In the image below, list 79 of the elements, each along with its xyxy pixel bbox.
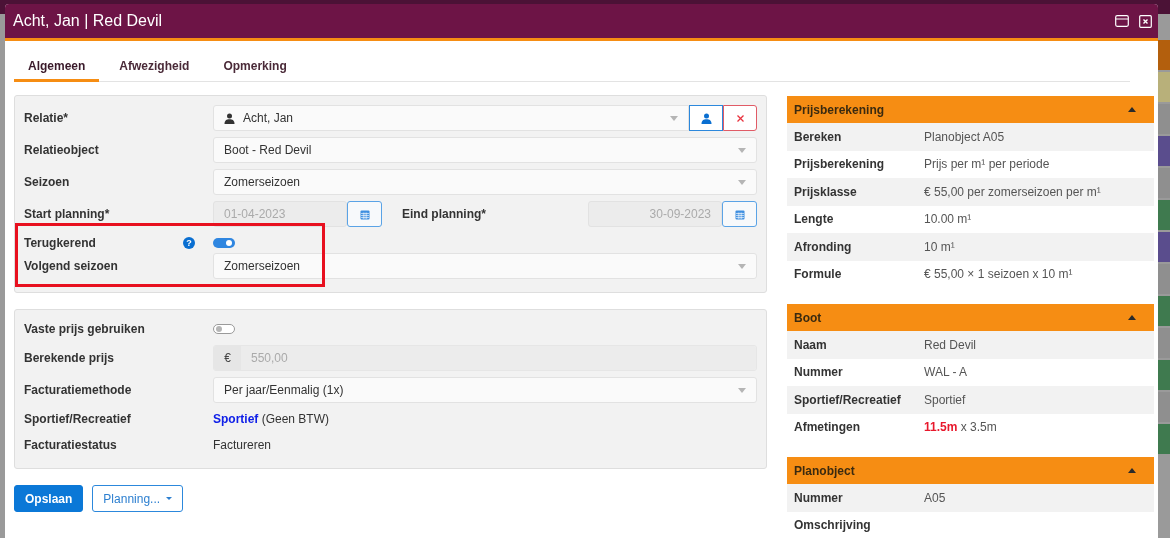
- field-label: Eind planning*: [402, 207, 487, 221]
- field-label: Terugkerend: [24, 236, 96, 250]
- field-label: Berekende prijs: [24, 351, 116, 365]
- info-value: € 55,00 × 1 seizoen x 10 m¹: [924, 267, 1074, 282]
- select-field[interactable]: Boot - Red Devil: [213, 137, 757, 163]
- relation-select[interactable]: Acht, Jan: [213, 105, 689, 131]
- field-label: Relatie*: [24, 111, 70, 125]
- info-value: € 55,00 per zomerseizoen per m¹: [924, 184, 1102, 199]
- caret-icon: [670, 115, 678, 121]
- field-value: Factureren: [213, 438, 273, 452]
- field-label: Facturatiemethode: [24, 383, 133, 397]
- select-field[interactable]: Zomerseizoen: [213, 253, 757, 279]
- info-label: Sportief/Recreatief: [794, 392, 902, 407]
- tab[interactable]: Opmerking: [209, 54, 301, 82]
- calendar-icon: [359, 208, 370, 220]
- help-icon[interactable]: ?: [183, 237, 195, 249]
- toggle-switch[interactable]: [213, 324, 235, 334]
- panel-header[interactable]: Planobject: [787, 457, 1154, 484]
- select-field[interactable]: Zomerseizoen: [213, 169, 757, 195]
- caret-icon: [738, 263, 746, 269]
- info-label: Lengte: [794, 212, 835, 227]
- window-title: Acht, Jan | Red Devil: [13, 12, 163, 30]
- field-label: Vaste prijs gebruiken: [24, 322, 145, 336]
- info-value: Planobject A05: [924, 129, 1006, 144]
- info-label: Prijsberekening: [794, 157, 886, 172]
- person-icon: [700, 112, 712, 124]
- panel-title: Prijsberekening: [794, 102, 885, 117]
- field-label: Facturatiestatus: [24, 438, 118, 452]
- close-button[interactable]: [1139, 14, 1152, 28]
- calendar-icon: [734, 208, 745, 220]
- field-label: Start planning*: [24, 207, 111, 221]
- tab[interactable]: Algemeen: [14, 54, 100, 82]
- relation-button[interactable]: [689, 105, 723, 131]
- info-value: Prijs per m¹ per periode: [924, 157, 1051, 172]
- date-field: 30-09-2023: [588, 201, 722, 227]
- info-label: Afronding: [794, 239, 853, 254]
- save-button[interactable]: Opslaan: [14, 485, 84, 512]
- info-label: Formule: [794, 267, 843, 282]
- info-value: Red Devil: [924, 337, 978, 352]
- info-value: WAL - A: [924, 365, 969, 380]
- toggle-switch[interactable]: [213, 238, 235, 248]
- collapse-icon[interactable]: [1128, 468, 1136, 473]
- window-icon: [1115, 14, 1129, 27]
- caret-icon: [166, 497, 173, 500]
- field-label: Sportief/Recreatief: [24, 412, 132, 426]
- info-label: Prijsklasse: [794, 184, 858, 199]
- person-icon: [224, 112, 235, 124]
- info-label: Nummer: [794, 365, 844, 380]
- caret-icon: [738, 179, 746, 185]
- panel-header[interactable]: Prijsberekening: [787, 96, 1154, 123]
- field-value: Sportief (Geen BTW): [213, 412, 331, 426]
- clear-button[interactable]: [723, 105, 757, 131]
- collapse-icon[interactable]: [1128, 315, 1136, 320]
- info-value: 10.00 m¹: [924, 212, 973, 227]
- info-value: A05: [924, 490, 947, 505]
- panel-title: Planobject: [794, 463, 855, 478]
- close-icon: [1139, 14, 1152, 28]
- caret-icon: [738, 387, 746, 393]
- info-label: Naam: [794, 337, 828, 352]
- close-icon: [736, 114, 744, 122]
- select-field[interactable]: Per jaar/Eenmalig (1x): [213, 377, 757, 403]
- dropdown-button[interactable]: Planning...: [92, 485, 184, 512]
- field-label: Volgend seizoen: [24, 259, 119, 273]
- info-value: 11.5m x 3.5m: [924, 420, 998, 435]
- info-label: Bereken: [794, 129, 843, 144]
- info-value: Sportief: [924, 392, 967, 407]
- field-label: Seizoen: [24, 175, 71, 189]
- info-label: Afmetingen: [794, 420, 861, 435]
- info-label: Omschrijving: [794, 518, 872, 533]
- info-label: Nummer: [794, 490, 844, 505]
- info-value: 10 m¹: [924, 239, 956, 254]
- caret-icon: [738, 147, 746, 153]
- maximize-button[interactable]: [1115, 14, 1129, 28]
- price-field: € 550,00: [213, 345, 757, 371]
- collapse-icon[interactable]: [1128, 107, 1136, 112]
- tab[interactable]: Afwezigheid: [105, 54, 204, 82]
- panel-header[interactable]: Boot: [787, 304, 1154, 331]
- panel-title: Boot: [794, 310, 822, 325]
- field-label: Relatieobject: [24, 143, 100, 157]
